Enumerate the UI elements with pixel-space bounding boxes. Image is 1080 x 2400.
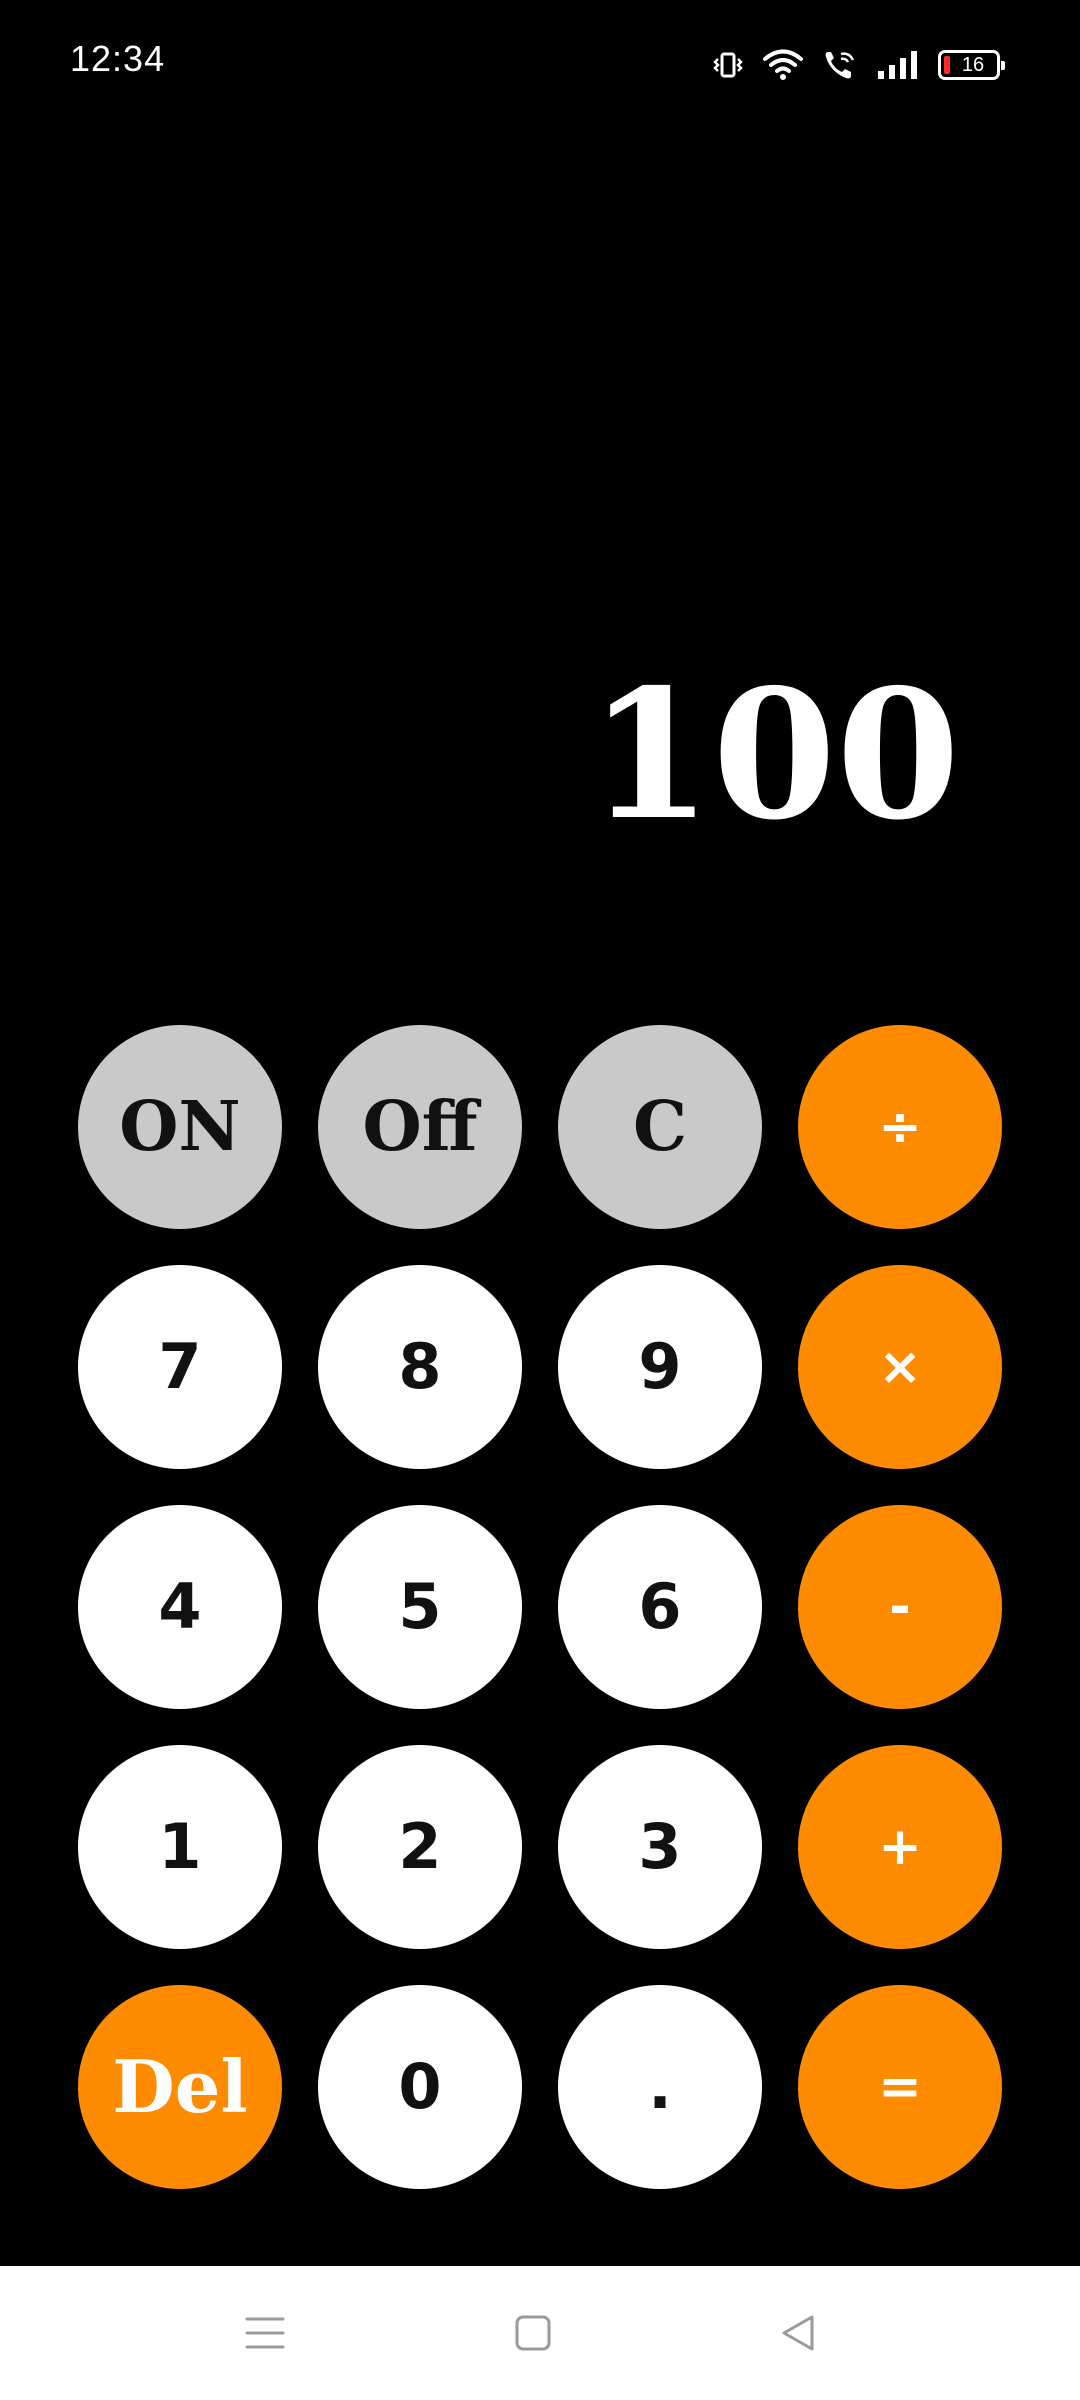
on-button[interactable]: ON bbox=[78, 1025, 282, 1229]
digit-8-label: 8 bbox=[398, 1330, 442, 1403]
on-button-label: ON bbox=[119, 1087, 241, 1167]
digit-1-label: 1 bbox=[158, 1810, 202, 1883]
digit-0-label: 0 bbox=[398, 2050, 442, 2123]
digit-9-button[interactable]: 9 bbox=[558, 1265, 762, 1469]
digit-5-button[interactable]: 5 bbox=[318, 1505, 522, 1709]
vibrate-icon bbox=[712, 49, 744, 81]
digit-2-label: 2 bbox=[398, 1810, 442, 1883]
equals-button-label: = bbox=[878, 2057, 922, 2117]
add-button[interactable]: + bbox=[798, 1745, 1002, 1949]
wifi-calling-icon bbox=[822, 48, 858, 82]
digit-6-label: 6 bbox=[638, 1570, 682, 1643]
signal-icon bbox=[876, 49, 920, 81]
status-time: 12:34 bbox=[70, 38, 166, 79]
digit-0-button[interactable]: 0 bbox=[318, 1985, 522, 2189]
digit-5-label: 5 bbox=[398, 1570, 442, 1643]
off-button[interactable]: Off bbox=[318, 1025, 522, 1229]
decimal-button[interactable]: . bbox=[558, 1985, 762, 2189]
digit-4-button[interactable]: 4 bbox=[78, 1505, 282, 1709]
subtract-button[interactable]: - bbox=[798, 1505, 1002, 1709]
delete-button-label: Del bbox=[112, 2044, 248, 2129]
add-button-label: + bbox=[878, 1817, 922, 1877]
digit-1-button[interactable]: 1 bbox=[78, 1745, 282, 1949]
navigation-bar bbox=[0, 2266, 1080, 2400]
back-icon[interactable] bbox=[768, 2303, 828, 2363]
battery-fill bbox=[944, 56, 950, 74]
off-button-label: Off bbox=[362, 1087, 478, 1167]
clear-button[interactable]: C bbox=[558, 1025, 762, 1229]
digit-8-button[interactable]: 8 bbox=[318, 1265, 522, 1469]
digit-7-button[interactable]: 7 bbox=[78, 1265, 282, 1469]
calculator-display: 100 bbox=[588, 650, 960, 859]
digit-3-button[interactable]: 3 bbox=[558, 1745, 762, 1949]
battery-level: 16 bbox=[961, 54, 985, 76]
status-bar: 12:34 16 bbox=[0, 0, 1080, 130]
multiply-button[interactable]: × bbox=[798, 1265, 1002, 1469]
digit-4-label: 4 bbox=[158, 1570, 202, 1643]
battery-icon: 16 bbox=[938, 50, 1005, 80]
divide-button-label: ÷ bbox=[878, 1097, 922, 1157]
status-icons: 16 bbox=[712, 40, 1005, 90]
equals-button[interactable]: = bbox=[798, 1985, 1002, 2189]
keypad: ON Off C ÷ 7 8 9 × 4 5 6 - 1 2 3 + Del 0… bbox=[78, 1025, 1003, 2189]
digit-2-button[interactable]: 2 bbox=[318, 1745, 522, 1949]
digit-6-button[interactable]: 6 bbox=[558, 1505, 762, 1709]
menu-icon[interactable] bbox=[235, 2303, 295, 2363]
divide-button[interactable]: ÷ bbox=[798, 1025, 1002, 1229]
decimal-button-label: . bbox=[648, 2050, 672, 2123]
digit-3-label: 3 bbox=[638, 1810, 682, 1883]
subtract-button-label: - bbox=[889, 1577, 911, 1637]
digit-7-label: 7 bbox=[158, 1330, 202, 1403]
multiply-button-label: × bbox=[878, 1337, 922, 1397]
wifi-icon bbox=[762, 48, 804, 82]
clear-button-label: C bbox=[632, 1087, 688, 1167]
delete-button[interactable]: Del bbox=[78, 1985, 282, 2189]
digit-9-label: 9 bbox=[638, 1330, 682, 1403]
home-icon[interactable] bbox=[503, 2303, 563, 2363]
